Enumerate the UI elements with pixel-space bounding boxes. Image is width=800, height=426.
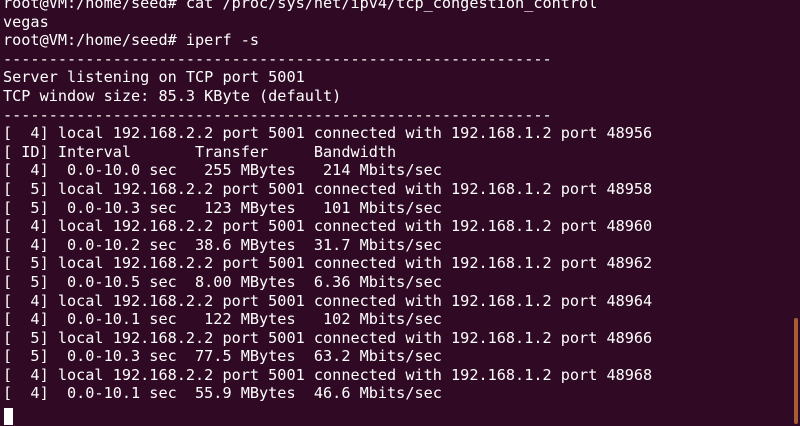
terminal-line: [ 4] local 192.168.2.2 port 5001 connect… — [3, 365, 653, 384]
terminal-line: [ 5] 0.0-10.3 sec 123 MBytes 101 Mbits/s… — [3, 198, 442, 217]
terminal-window[interactable]: root@VM:/home/seed# cat /proc/sys/net/ip… — [0, 0, 800, 426]
terminal-line: [ 4] local 192.168.2.2 port 5001 connect… — [3, 291, 653, 310]
terminal-line: root@VM:/home/seed# cat /proc/sys/net/ip… — [3, 0, 598, 12]
terminal-line: [ 5] local 192.168.2.2 port 5001 connect… — [3, 328, 653, 347]
scrollbar[interactable] — [792, 0, 800, 426]
terminal-line: [ 4] local 192.168.2.2 port 5001 connect… — [3, 124, 653, 143]
terminal-line: [ 5] local 192.168.2.2 port 5001 connect… — [3, 179, 653, 198]
terminal-line: [ 4] 0.0-10.2 sec 38.6 MBytes 31.7 Mbits… — [3, 235, 442, 254]
terminal-line: ----------------------------------------… — [3, 49, 552, 68]
terminal-line: [ 4] 0.0-10.1 sec 55.9 MBytes 46.6 Mbits… — [3, 384, 442, 403]
scrollbar-thumb[interactable] — [794, 318, 798, 424]
terminal-line: [ 4] local 192.168.2.2 port 5001 connect… — [3, 217, 653, 236]
text-cursor — [4, 408, 13, 425]
terminal-line: Server listening on TCP port 5001 — [3, 68, 305, 87]
terminal-line: vegas — [3, 12, 49, 31]
terminal-output: root@VM:/home/seed# cat /proc/sys/net/ip… — [3, 0, 652, 403]
terminal-line: ----------------------------------------… — [3, 105, 552, 124]
terminal-line: [ 4] 0.0-10.1 sec 122 MBytes 102 Mbits/s… — [3, 310, 442, 329]
terminal-line: [ 4] 0.0-10.0 sec 255 MBytes 214 Mbits/s… — [3, 161, 442, 180]
terminal-line: [ 5] local 192.168.2.2 port 5001 connect… — [3, 254, 653, 273]
terminal-line: root@VM:/home/seed# iperf -s — [3, 31, 260, 50]
terminal-line: [ ID] Interval Transfer Bandwidth — [3, 142, 397, 161]
terminal-line: TCP window size: 85.3 KByte (default) — [3, 86, 342, 105]
terminal-line: [ 5] 0.0-10.3 sec 77.5 MBytes 63.2 Mbits… — [3, 347, 442, 366]
terminal-line: [ 5] 0.0-10.5 sec 8.00 MBytes 6.36 Mbits… — [3, 272, 442, 291]
